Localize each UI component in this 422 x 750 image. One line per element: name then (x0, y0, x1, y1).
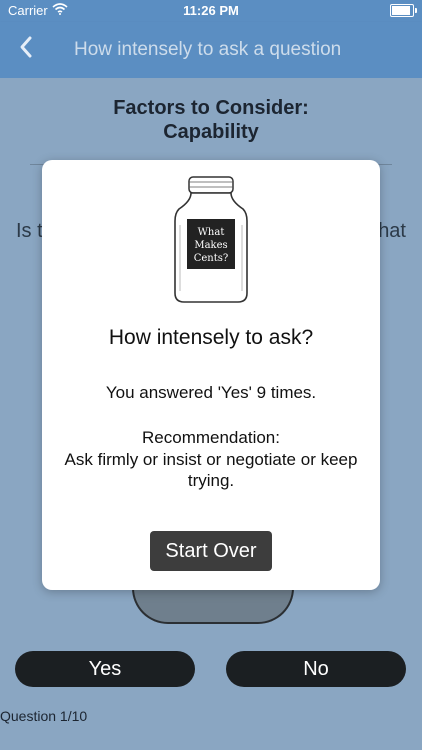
answer-count-text: You answered 'Yes' 9 times. (105, 383, 317, 402)
clock: 11:26 PM (183, 3, 239, 18)
nav-title: How intensely to ask a question (74, 39, 342, 60)
logo-text-line3: Cents? (194, 253, 229, 264)
recommendation-text: Ask firmly or insist or negotiate or kee… (64, 450, 358, 490)
factor-heading-line1: Factors to Consider: (113, 97, 309, 119)
logo-text-line2: Makes (194, 240, 227, 251)
no-button[interactable]: No (226, 651, 406, 687)
logo-text-line1: What (198, 227, 225, 238)
jar-image-bottom (132, 588, 294, 624)
question-text-left-fragment: Is t (16, 220, 43, 242)
back-chevron-icon[interactable] (18, 34, 34, 66)
battery-icon (390, 4, 417, 17)
jar-logo-icon: What Makes Cents? (174, 176, 248, 303)
question-progress: Question 1/10 (0, 708, 88, 724)
start-over-button[interactable]: Start Over (150, 531, 272, 571)
status-bar: Carrier 11:26 PM (0, 0, 422, 22)
question-text-right-fragment: hat (378, 220, 406, 242)
factor-heading-line2: Capability (163, 121, 259, 143)
result-dialog: What Makes Cents? How intensely to ask? … (42, 160, 380, 590)
navigation-bar: How intensely to ask a question (0, 22, 422, 78)
recommendation-label: Recommendation: (142, 428, 280, 447)
yes-button[interactable]: Yes (15, 651, 195, 687)
dialog-title: How intensely to ask? (108, 326, 314, 349)
factor-heading: Factors to Consider: Capability (0, 96, 422, 144)
